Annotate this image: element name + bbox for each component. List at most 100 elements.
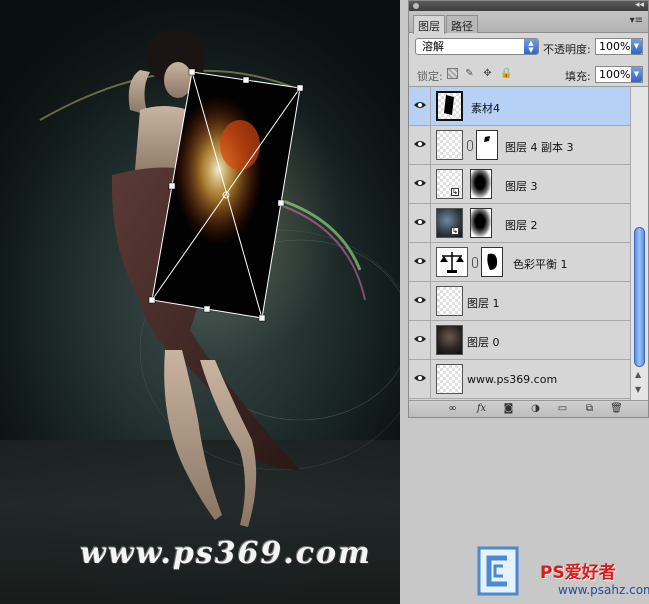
smart-object-icon: ↳ <box>451 188 459 196</box>
tab-paths[interactable]: 路径 <box>446 15 478 33</box>
transform-handle <box>296 84 304 92</box>
transform-handle <box>148 296 156 304</box>
fill-value: 100% <box>599 68 631 81</box>
eye-icon <box>414 336 426 342</box>
panel-footer: ∞ fx ◙ ◑ ▭ ⧉ 🗑 <box>409 400 648 417</box>
chain-link-icon[interactable] <box>467 140 473 151</box>
layer-name[interactable]: 图层 3 <box>505 178 538 194</box>
layers-list: 素材4 图层 4 副本 3 ↳ 图层 3 ↳ 图层 2 色彩平衡 1 图层 1 … <box>409 87 630 400</box>
chevron-down-icon[interactable]: ▼ <box>631 67 642 82</box>
visibility-toggle[interactable] <box>409 360 431 398</box>
fx-icon[interactable]: fx <box>475 403 488 415</box>
opacity-field[interactable]: 100% ▼ <box>595 38 643 55</box>
layer-row[interactable]: ↳ 图层 2 <box>409 204 630 243</box>
scrollbar-thumb[interactable] <box>634 227 645 367</box>
site-url-watermark: www.psahz.com <box>558 583 649 597</box>
layer-thumbnail[interactable] <box>436 325 463 355</box>
chain-link-icon[interactable] <box>472 257 478 268</box>
eye-icon <box>414 297 426 303</box>
visibility-toggle[interactable] <box>409 165 431 203</box>
lock-position-icon[interactable]: ✥ <box>482 68 493 79</box>
layer-row[interactable]: 色彩平衡 1 <box>409 243 630 282</box>
transform-handle <box>277 199 285 207</box>
layer-mask-thumbnail[interactable] <box>481 247 503 277</box>
blend-mode-select[interactable]: 溶解 ▲ ▼ <box>415 38 539 55</box>
layer-name[interactable]: 图层 1 <box>467 295 500 311</box>
eye-icon <box>414 258 426 264</box>
face-shape <box>164 62 192 98</box>
scroll-up-icon[interactable]: ▲ <box>635 370 641 379</box>
layer-name[interactable]: 图层 0 <box>467 334 500 350</box>
layer-row[interactable]: www.ps369.com <box>409 360 630 399</box>
trash-icon[interactable]: 🗑 <box>610 403 623 415</box>
layer-thumbnail[interactable] <box>436 130 463 160</box>
panel-collapse-icon[interactable]: ◂◂ <box>635 0 644 10</box>
layer-mask-thumbnail[interactable] <box>476 130 498 160</box>
new-layer-icon[interactable]: ⧉ <box>583 403 596 415</box>
visibility-toggle[interactable] <box>409 87 431 125</box>
transform-handle <box>203 305 211 313</box>
tab-layers[interactable]: 图层 <box>413 15 445 34</box>
fill-field[interactable]: 100% ▼ <box>595 66 643 83</box>
lock-image-pixels-icon[interactable]: ✎ <box>464 68 475 79</box>
layer-thumbnail[interactable]: ↳ <box>436 208 463 238</box>
layer-row[interactable]: 图层 0 <box>409 321 630 360</box>
canvas-watermark-text: www.ps369.com <box>80 536 372 571</box>
add-mask-icon[interactable]: ◙ <box>502 403 515 415</box>
visibility-toggle[interactable] <box>409 321 431 359</box>
transform-handle <box>242 76 250 84</box>
layer-thumbnail[interactable]: ↳ <box>436 169 463 199</box>
layers-panel: ◂◂ 图层 路径 ▾≡ 溶解 ▲ ▼ 不透明度: 100% ▼ 锁定: ✎ ✥ 🔒… <box>408 0 649 418</box>
eye-icon <box>414 102 426 108</box>
layer-name[interactable]: 图层 2 <box>505 217 538 233</box>
color-balance-adjustment-icon[interactable] <box>436 247 468 277</box>
layer-row[interactable]: 图层 1 <box>409 282 630 321</box>
layer-thumbnail[interactable] <box>436 91 463 121</box>
blend-mode-value: 溶解 <box>422 40 444 53</box>
adjustment-layer-icon[interactable]: ◑ <box>529 403 542 415</box>
layer-mask-thumbnail[interactable] <box>470 169 492 199</box>
eye-icon <box>414 375 426 381</box>
visibility-toggle[interactable] <box>409 243 431 281</box>
layer-name[interactable]: 素材4 <box>471 100 500 116</box>
layers-scrollbar[interactable]: ▲ ▼ <box>630 87 648 400</box>
lock-transparent-pixels-icon[interactable] <box>447 68 458 79</box>
transform-handle <box>258 314 266 322</box>
visibility-toggle[interactable] <box>409 126 431 164</box>
lock-row: 锁定: ✎ ✥ 🔒 填充: 100% ▼ <box>409 61 648 87</box>
smart-object-icon: ↳ <box>451 227 459 235</box>
canvas-artwork <box>39 30 400 527</box>
fill-label: 填充: <box>565 70 591 83</box>
transform-handle <box>168 182 176 190</box>
site-name-watermark: PS爱好者 <box>540 563 616 583</box>
panel-close-icon[interactable] <box>413 3 419 9</box>
screenshot-root: www.ps369.com ◂◂ 图层 路径 ▾≡ 溶解 ▲ ▼ 不透明度: 10… <box>0 0 649 604</box>
layer-row[interactable]: 图层 4 副本 3 <box>409 126 630 165</box>
layer-row[interactable]: 素材4 <box>409 87 630 126</box>
panel-menu-icon[interactable]: ▾≡ <box>630 15 643 26</box>
panel-titlebar[interactable]: ◂◂ <box>409 0 648 11</box>
layer-thumbnail[interactable] <box>436 286 463 316</box>
site-logo-icon <box>477 546 519 596</box>
lock-all-icon[interactable]: 🔒 <box>500 68 512 79</box>
link-layers-icon[interactable]: ∞ <box>446 403 459 415</box>
chevron-updown-icon: ▲ ▼ <box>524 39 538 54</box>
layer-name[interactable]: 色彩平衡 1 <box>513 256 568 272</box>
layer-row[interactable]: ↳ 图层 3 <box>409 165 630 204</box>
eye-icon <box>414 219 426 225</box>
layer-mask-thumbnail[interactable] <box>470 208 492 238</box>
group-folder-icon[interactable]: ▭ <box>556 403 569 415</box>
scroll-down-icon[interactable]: ▼ <box>635 385 641 394</box>
opacity-label: 不透明度: <box>543 43 591 56</box>
layer-name[interactable]: www.ps369.com <box>467 373 557 386</box>
eye-icon <box>414 180 426 186</box>
transform-handle <box>188 68 196 76</box>
eye-icon <box>414 141 426 147</box>
layer-thumbnail[interactable] <box>436 364 463 394</box>
visibility-toggle[interactable] <box>409 204 431 242</box>
visibility-toggle[interactable] <box>409 282 431 320</box>
layer-name[interactable]: 图层 4 副本 3 <box>505 139 574 155</box>
chevron-down-icon[interactable]: ▼ <box>631 39 642 54</box>
document-canvas[interactable]: www.ps369.com <box>0 0 400 604</box>
panel-tabs: 图层 路径 ▾≡ <box>409 11 648 34</box>
